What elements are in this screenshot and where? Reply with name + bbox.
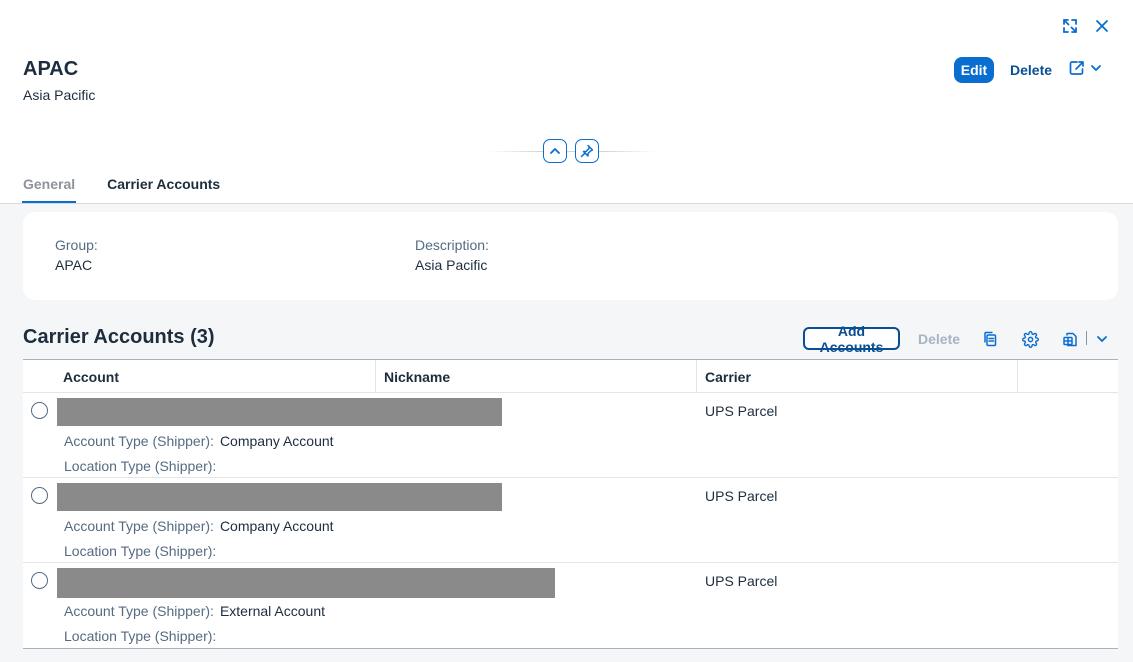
account-type-label: Account Type (Shipper): [64, 433, 214, 449]
collapse-header-icon[interactable] [543, 139, 567, 163]
account-type-value: Company Account [219, 433, 334, 449]
pin-icon[interactable] [575, 139, 599, 163]
carrier-value: UPS Parcel [705, 488, 778, 504]
group-label: Group: [55, 237, 98, 253]
row-select-radio[interactable] [31, 487, 48, 504]
redacted-account [57, 483, 502, 511]
column-separator [1017, 360, 1018, 393]
location-type-label: Location Type (Shipper): [64, 628, 217, 644]
account-type-attribute: Account Type (Shipper): Company Account [64, 518, 334, 534]
account-type-attribute: Account Type (Shipper): External Account [64, 603, 325, 619]
account-type-value: External Account [219, 603, 325, 619]
table-row[interactable]: UPS Parcel Account Type (Shipper): Extern… [23, 563, 1118, 648]
location-type-attribute: Location Type (Shipper): [64, 628, 222, 644]
row-select-radio[interactable] [31, 402, 48, 419]
copy-icon[interactable] [978, 327, 1002, 351]
page-title: APAC [23, 58, 79, 80]
object-page-header: APAC Asia Pacific Edit Delete General Ca… [0, 0, 1133, 204]
account-type-label: Account Type (Shipper): [64, 603, 214, 619]
carrier-accounts-title: Carrier Accounts (3) [23, 326, 215, 348]
general-card: Group: APAC Description: Asia Pacific [23, 212, 1118, 300]
chevron-down-icon[interactable] [1090, 327, 1114, 351]
location-type-label: Location Type (Shipper): [64, 458, 217, 474]
group-value: APAC [55, 257, 93, 273]
add-accounts-button[interactable]: Add Accounts [803, 323, 900, 355]
carrier-accounts-table: Account Nickname Carrier UPS Parcel Acco… [23, 359, 1118, 649]
column-separator [696, 360, 697, 393]
account-type-attribute: Account Type (Shipper): Company Account [64, 433, 334, 449]
table-row[interactable]: UPS Parcel Account Type (Shipper): Compan… [23, 393, 1118, 478]
page-subtitle: Asia Pacific [23, 87, 96, 103]
edit-button[interactable]: Edit [954, 57, 994, 83]
settings-gear-icon[interactable] [1018, 327, 1042, 351]
column-header-account[interactable]: Account [63, 360, 119, 393]
table-header: Account Nickname Carrier [23, 360, 1118, 393]
carrier-value: UPS Parcel [705, 403, 778, 419]
column-separator [375, 360, 376, 393]
row-select-radio[interactable] [31, 572, 48, 589]
share-icon [1068, 59, 1086, 82]
carrier-value: UPS Parcel [705, 573, 778, 589]
close-icon[interactable] [1090, 14, 1114, 38]
column-header-carrier[interactable]: Carrier [705, 360, 751, 393]
group-field: Group: APAC [55, 237, 98, 273]
location-type-attribute: Location Type (Shipper): [64, 458, 222, 474]
account-type-value: Company Account [219, 518, 334, 534]
delete-button[interactable]: Delete [1004, 57, 1058, 83]
description-label: Description: [415, 237, 489, 253]
toolbar-separator [1086, 331, 1087, 345]
account-type-label: Account Type (Shipper): [64, 518, 214, 534]
chevron-down-icon [1090, 61, 1102, 79]
description-field: Description: Asia Pacific [415, 237, 489, 273]
redacted-account [57, 568, 555, 598]
location-type-attribute: Location Type (Shipper): [64, 543, 222, 559]
location-type-label: Location Type (Shipper): [64, 543, 217, 559]
export-spreadsheet-icon[interactable] [1058, 327, 1082, 351]
header-divider [488, 151, 656, 152]
description-value: Asia Pacific [415, 257, 488, 273]
delete-accounts-button[interactable]: Delete [912, 327, 966, 350]
tab-general[interactable]: General [22, 165, 77, 203]
tab-carrier-accounts[interactable]: Carrier Accounts [106, 165, 221, 203]
table-row[interactable]: UPS Parcel Account Type (Shipper): Compan… [23, 478, 1118, 563]
expand-icon[interactable] [1058, 14, 1082, 38]
share-menu-button[interactable] [1068, 57, 1102, 83]
column-header-nickname[interactable]: Nickname [384, 360, 450, 393]
redacted-account [57, 398, 502, 426]
tab-bar: General Carrier Accounts [22, 165, 221, 203]
